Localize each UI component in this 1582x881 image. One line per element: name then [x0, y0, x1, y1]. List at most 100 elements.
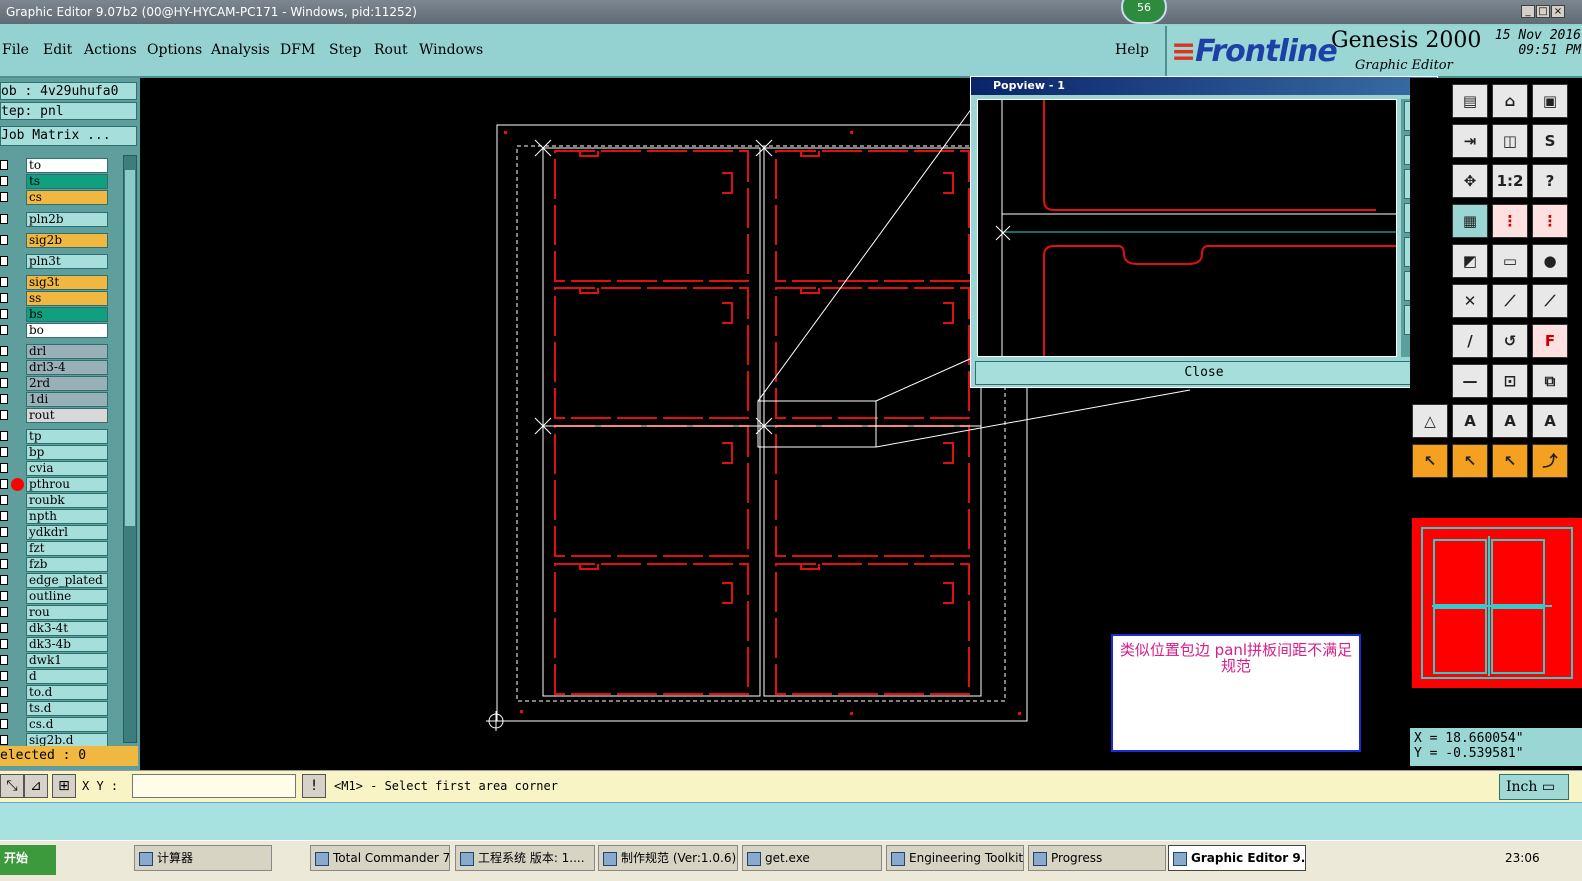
split-view-icon[interactable]: ◫ [1492, 124, 1528, 158]
layer-name[interactable]: cvia [26, 461, 108, 476]
layer-name[interactable]: pln3t [26, 254, 108, 269]
layer-name[interactable]: fzb [26, 557, 108, 572]
menu-file[interactable]: File [2, 42, 29, 58]
layer-name[interactable]: sig2b [26, 233, 108, 248]
menu-actions[interactable]: Actions [84, 42, 137, 58]
save-icon[interactable]: ▤ [1452, 84, 1488, 118]
layer-name[interactable]: 2rd [26, 376, 108, 391]
layer-name[interactable]: ts.d [26, 701, 108, 716]
taskbar-task[interactable]: 工程系统 版本: 1.... [455, 845, 595, 871]
layer-select-icon[interactable]: ⋮ [1492, 204, 1528, 238]
copy-icon[interactable]: ⧉ [1532, 364, 1568, 398]
layer-row[interactable]: outline [0, 589, 122, 604]
draw-line-icon[interactable]: / [1452, 324, 1488, 358]
layer-name[interactable]: drl [26, 344, 108, 359]
layer-row[interactable]: rout [0, 408, 122, 423]
layer-row[interactable]: tp [0, 429, 122, 444]
layer-checkbox[interactable] [0, 735, 8, 745]
layer-name[interactable]: roubk [26, 493, 108, 508]
layer-row[interactable]: fzt [0, 541, 122, 556]
select-net-icon[interactable]: ↖ [1492, 444, 1528, 478]
popview-window[interactable]: Popview - 1 × ⊞ ▲ ▼ ◀ ▶ ⤢ ⤡ Close [970, 76, 1438, 388]
menu-help[interactable]: Help [1115, 42, 1149, 58]
layer-checkbox[interactable] [0, 256, 8, 266]
layer-name[interactable]: tp [26, 429, 108, 444]
layer-checkbox[interactable] [0, 703, 8, 713]
layer-checkbox[interactable] [0, 214, 8, 224]
taskbar-task[interactable]: get.exe [742, 845, 882, 871]
layer-name[interactable]: bs [26, 307, 108, 322]
menu-analysis[interactable]: Analysis [211, 42, 270, 58]
taskbar-task[interactable]: Progress [1028, 845, 1166, 871]
layer-name[interactable]: edge_plated [26, 573, 108, 588]
display-mode-icon[interactable]: ◩ [1452, 244, 1488, 278]
layer-name[interactable]: pln2b [26, 212, 108, 227]
layer-row[interactable]: ts.d [0, 701, 122, 716]
layer-checkbox[interactable] [0, 511, 8, 521]
start-button[interactable]: 开始 [0, 845, 56, 875]
grid-toggle-icon[interactable]: ⊞ [52, 774, 76, 798]
layer-row[interactable]: npth [0, 509, 122, 524]
arc-icon[interactable]: ↺ [1492, 324, 1528, 358]
grid-icon[interactable]: ▦ [1452, 204, 1488, 238]
layer-name[interactable]: sig3t [26, 275, 108, 290]
help-icon[interactable]: ? [1532, 164, 1568, 198]
layer-row[interactable]: bo [0, 323, 122, 338]
cross-icon[interactable]: ✕ [1452, 284, 1488, 318]
taskbar-task[interactable]: Graphic Editor 9.07... [1168, 845, 1306, 871]
overview-minimap[interactable] [1412, 518, 1582, 688]
layer-name[interactable]: 1di [26, 392, 108, 407]
layer-compare-icon[interactable]: ⋮ [1532, 204, 1568, 238]
unit-select[interactable]: Inch ▭ [1499, 774, 1569, 800]
layer-checkbox[interactable] [0, 719, 8, 729]
layer-checkbox[interactable] [0, 394, 8, 404]
layer-checkbox[interactable] [0, 687, 8, 697]
layer-row[interactable]: sig2b [0, 233, 122, 248]
layer-row[interactable]: 1di [0, 392, 122, 407]
layer-checkbox[interactable] [0, 479, 8, 489]
layer-checkbox[interactable] [0, 431, 8, 441]
layer-checkbox[interactable] [0, 623, 8, 633]
layer-row[interactable]: roubk [0, 493, 122, 508]
snap-grid-icon[interactable]: ⊿ [24, 774, 48, 798]
delete-icon[interactable]: △ [1412, 404, 1448, 438]
zoom-home-icon[interactable]: ✥ [1452, 164, 1488, 198]
menu-rout[interactable]: Rout [374, 42, 408, 58]
layer-name[interactable]: dwk1 [26, 653, 108, 668]
maximize-button[interactable]: □ [1536, 5, 1550, 18]
layer-checkbox[interactable] [0, 277, 8, 287]
layer-row[interactable]: ss [0, 291, 122, 306]
layer-row[interactable]: cs [0, 190, 122, 205]
menu-windows[interactable]: Windows [419, 42, 483, 58]
minimize-button[interactable]: _ [1521, 5, 1535, 18]
layer-name[interactable]: to [26, 158, 108, 173]
export-icon[interactable]: ⇥ [1452, 124, 1488, 158]
layer-row[interactable]: 2rd [0, 376, 122, 391]
snap-icon[interactable]: S [1532, 124, 1568, 158]
minus-line-icon[interactable]: — [1452, 364, 1488, 398]
zoom-one-to-one-icon[interactable]: 1:2 [1492, 164, 1528, 198]
layer-row[interactable]: bp [0, 445, 122, 460]
layer-checkbox[interactable] [0, 575, 8, 585]
layer-row[interactable]: dk3-4b [0, 637, 122, 652]
layer-row[interactable]: edge_plated [0, 573, 122, 588]
layer-row[interactable]: ts [0, 174, 122, 189]
layer-name[interactable]: dk3-4b [26, 637, 108, 652]
menu-dfm[interactable]: DFM [280, 42, 315, 58]
layer-name[interactable]: to.d [26, 685, 108, 700]
menu-options[interactable]: Options [147, 42, 202, 58]
layer-row[interactable]: cs.d [0, 717, 122, 732]
layer-row[interactable]: d [0, 669, 122, 684]
taskbar-task[interactable]: 制作规范 (Ver:1.0.6) [598, 845, 738, 871]
taskbar-task[interactable]: 计算器 [134, 845, 272, 871]
add-pad-icon[interactable]: ⟋ [1492, 284, 1528, 318]
layer-name[interactable]: pthrou [26, 477, 108, 492]
layer-checkbox[interactable] [0, 543, 8, 553]
layer-row[interactable]: sig3t [0, 275, 122, 290]
layer-row[interactable]: to [0, 158, 122, 173]
layer-name[interactable]: bp [26, 445, 108, 460]
layer-name[interactable]: dk3-4t [26, 621, 108, 636]
layer-checkbox[interactable] [0, 235, 8, 245]
layer-row[interactable]: to.d [0, 685, 122, 700]
close-window-button[interactable]: × [1551, 5, 1565, 18]
